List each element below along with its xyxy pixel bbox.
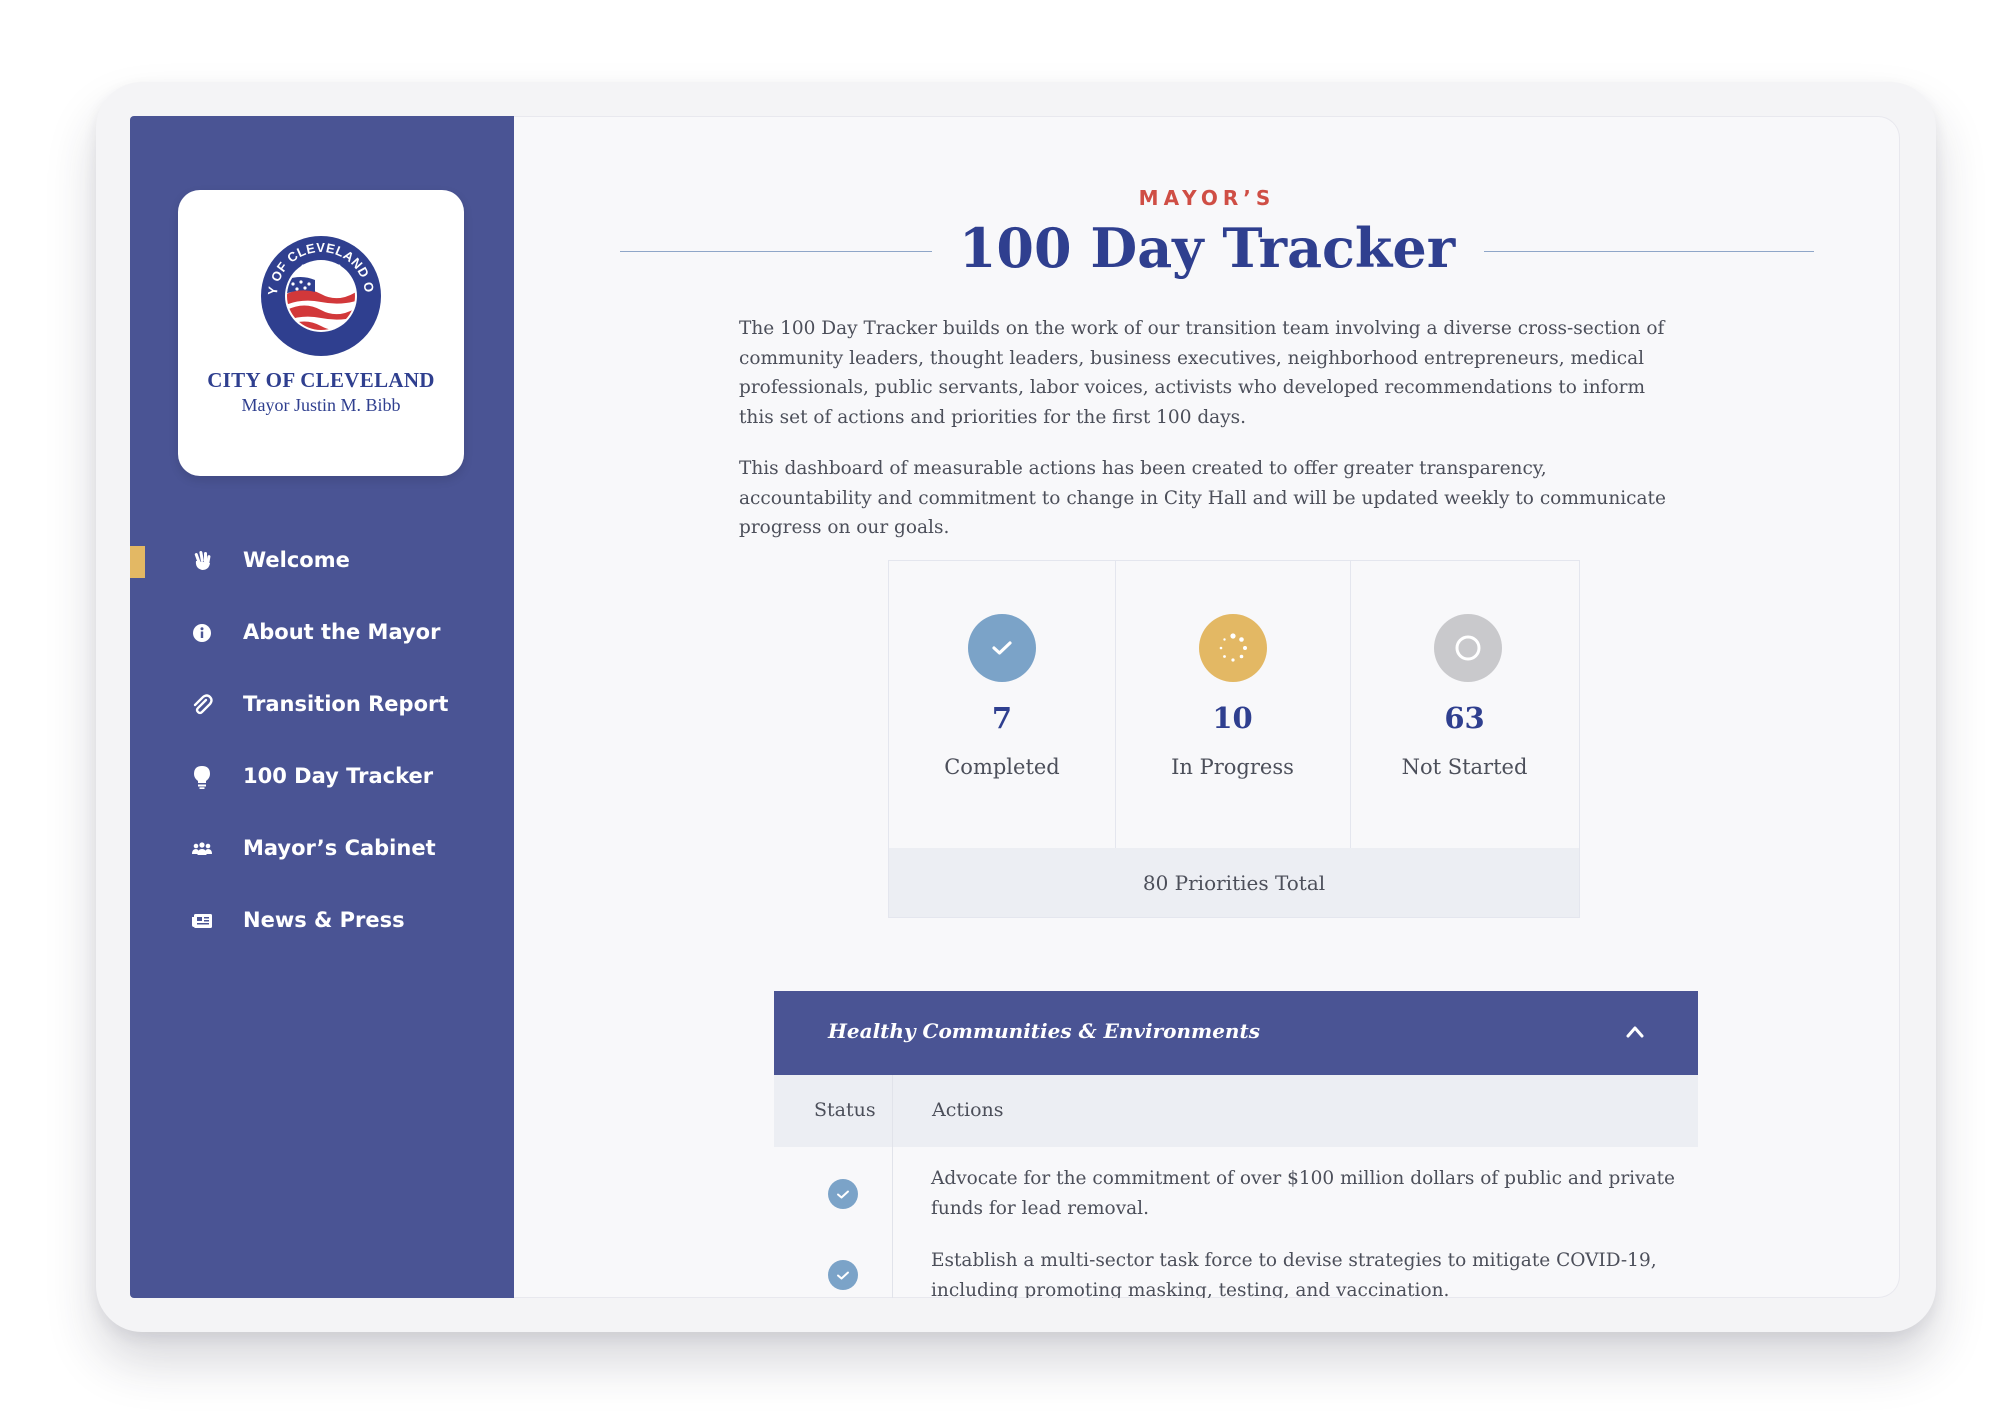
status-summary: 7 Completed 10 In Progress 63 Not Starte…: [888, 560, 1580, 918]
info-icon: [190, 621, 214, 645]
priorities-total: 80 Priorities Total: [889, 848, 1579, 917]
action-text: Establish a multi-sector task force to d…: [931, 1250, 1657, 1298]
not-started-label: Not Started: [1401, 755, 1528, 779]
sidebar-item-label: Welcome: [243, 548, 350, 572]
sidebar-item-welcome[interactable]: Welcome: [130, 536, 514, 586]
column-header-status: Status: [814, 1099, 876, 1121]
in-progress-count: 10: [1212, 701, 1253, 735]
city-name: CITY OF CLEVELAND: [207, 368, 435, 392]
column-header-actions: Actions: [932, 1099, 1004, 1121]
actions-table-header: Status Actions: [774, 1075, 1698, 1147]
page-kicker: MAYOR’S: [1138, 186, 1276, 210]
people-icon: [190, 837, 214, 861]
city-seal-icon: CITY OF CLEVELAND OHIO: [259, 234, 381, 356]
stat-not-started: 63 Not Started: [1350, 561, 1579, 848]
sidebar-item-label: Mayor’s Cabinet: [243, 836, 436, 860]
empty-circle-icon: [1434, 614, 1502, 682]
intro-paragraph-2: This dashboard of measurable actions has…: [739, 458, 1666, 538]
sidebar-item-label: 100 Day Tracker: [243, 764, 434, 788]
spinner-icon: [1199, 614, 1267, 682]
sidebar-item-100-day-tracker[interactable]: 100 Day Tracker: [130, 752, 514, 802]
status-completed-icon: [828, 1260, 858, 1290]
column-divider: [892, 1075, 893, 1298]
sidebar-item-news-and-press[interactable]: News & Press: [130, 896, 514, 946]
sidebar-item-transition-report[interactable]: Transition Report: [130, 680, 514, 730]
city-logo-card[interactable]: CITY OF CLEVELAND OHIO CITY OF CLEVELAND…: [178, 190, 464, 476]
sidebar: CITY OF CLEVELAND OHIO CITY OF CLEVELAND…: [130, 116, 514, 1298]
stat-in-progress: 10 In Progress: [1115, 561, 1351, 848]
sidebar-item-mayors-cabinet[interactable]: Mayor’s Cabinet: [130, 824, 514, 874]
chevron-up-icon[interactable]: [1624, 1021, 1646, 1043]
not-started-count: 63: [1444, 701, 1485, 735]
page-title: 100 Day Tracker: [958, 216, 1456, 280]
sidebar-item-label: News & Press: [243, 908, 405, 932]
sidebar-item-label: Transition Report: [243, 692, 449, 716]
active-indicator: [130, 546, 145, 578]
mayor-name: Mayor Justin M. Bibb: [241, 395, 401, 415]
completed-label: Completed: [944, 755, 1060, 779]
main-content: MAYOR’S 100 Day Tracker The 100 Day Trac…: [514, 116, 1900, 1298]
sidebar-item-about-the-mayor[interactable]: About the Mayor: [130, 608, 514, 658]
action-text: Advocate for the commitment of over $100…: [931, 1168, 1675, 1219]
stat-completed: 7 Completed: [889, 561, 1116, 848]
app-screen: CITY OF CLEVELAND OHIO CITY OF CLEVELAND…: [130, 116, 1900, 1298]
paperclip-icon: [190, 693, 214, 717]
accordion-header-healthy-communities[interactable]: Healthy Communities & Environments: [774, 991, 1698, 1075]
completed-count: 7: [991, 701, 1013, 735]
intro-paragraph-1: The 100 Day Tracker builds on the work o…: [739, 318, 1665, 428]
in-progress-label: In Progress: [1171, 755, 1294, 779]
check-circle-icon: [968, 614, 1036, 682]
newspaper-icon: [190, 909, 214, 933]
title-rule-right: [1484, 251, 1814, 252]
wave-hand-icon: [190, 549, 214, 573]
status-completed-icon: [828, 1179, 858, 1209]
accordion-title: Healthy Communities & Environments: [828, 1019, 1260, 1043]
sidebar-item-label: About the Mayor: [243, 620, 441, 644]
lightbulb-icon: [190, 765, 214, 789]
